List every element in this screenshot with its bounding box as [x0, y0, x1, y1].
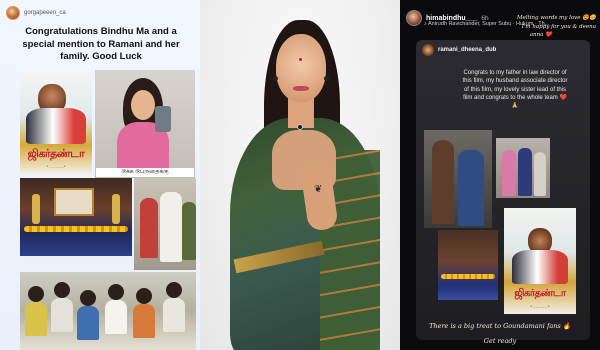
person [502, 150, 516, 196]
person [182, 202, 196, 260]
story-panel-right: himabindhu___ 6h ♪ Anirudh Ravichander, … [400, 0, 600, 350]
person [534, 152, 546, 196]
phone-icon [155, 106, 171, 132]
earring [273, 76, 278, 81]
reply-text: Melting words my love 😍🥺 [516, 15, 596, 21]
poster-title: ஜிகர்தண்டா [27, 148, 85, 160]
poster-shirt [512, 250, 568, 284]
group-photo [134, 178, 196, 270]
selfie-face [131, 90, 155, 120]
avatar[interactable] [6, 6, 20, 20]
poster-shirt [26, 108, 86, 144]
selfie-photo [95, 70, 195, 178]
person-head [54, 282, 70, 298]
person [140, 198, 158, 258]
person-body [133, 304, 155, 338]
person-head [166, 282, 182, 298]
person [160, 192, 182, 262]
crowd-photo [20, 272, 196, 350]
pendant [297, 124, 303, 130]
shared-post-card[interactable]: ramani_dheena_dub Congrats to my father … [416, 40, 590, 340]
shared-post-username[interactable]: ramani_dheena_dub [438, 47, 496, 53]
poster-credits: * - - - - - - * [530, 304, 550, 309]
person-head [108, 284, 124, 300]
garland [441, 274, 495, 279]
story-username[interactable]: gorgapeeen_ca [24, 10, 66, 16]
person [458, 150, 484, 226]
group-photo [496, 138, 550, 198]
story-caption: Congratulations Bindhu Ma and a special … [22, 26, 180, 62]
story-footer-text: Get ready [483, 337, 517, 345]
bindi [299, 58, 302, 61]
earring [324, 76, 329, 81]
portrait-face [276, 34, 326, 102]
portrait-lips [293, 86, 309, 91]
reply-text: I'm happy for you & deena [521, 24, 596, 30]
person-body [77, 306, 99, 340]
selfie-caption: டூக்க டூப்ருதைக்கு [96, 168, 194, 177]
pooja-photo [438, 230, 498, 300]
reply-text: anna ❤️ [529, 32, 552, 38]
shared-post-header[interactable]: ramani_dheena_dub [422, 44, 496, 56]
person-head [80, 290, 96, 306]
lamp-icon [112, 194, 120, 224]
pooja-photo [20, 178, 132, 256]
lamp-icon [32, 194, 40, 224]
person-head [136, 288, 152, 304]
portrait-photo: ❦ [200, 0, 400, 350]
movie-poster-image: ஜிகர்தண்டா * - - - - - - * [504, 208, 576, 314]
rose-tattoo-icon: ❦ [314, 184, 323, 195]
person-body [25, 302, 47, 336]
person-head [28, 286, 44, 302]
person-body [163, 298, 185, 332]
shared-post-text: Congrats to my father in law director of… [462, 70, 568, 110]
story-panel-left: gorgapeeen_ca Congratulations Bindhu Ma … [0, 0, 200, 350]
frame-photo [54, 188, 94, 216]
poster-credits: * - - - - - - * [46, 164, 66, 169]
poster-title: ஜிகர்தண்டா [514, 288, 566, 299]
person [518, 148, 532, 196]
story-footer-text: There is a big treat to Goundamani fans … [429, 322, 571, 330]
couple-photo [424, 130, 492, 228]
avatar[interactable] [406, 10, 422, 26]
movie-poster-image: ஜிகர்தண்டா * - - - - - - * [20, 70, 92, 174]
person-body [105, 300, 127, 334]
person-body [51, 298, 73, 332]
person [432, 140, 454, 224]
story-header[interactable]: gorgapeeen_ca [6, 5, 66, 21]
garland [24, 226, 128, 232]
avatar[interactable] [422, 44, 434, 56]
